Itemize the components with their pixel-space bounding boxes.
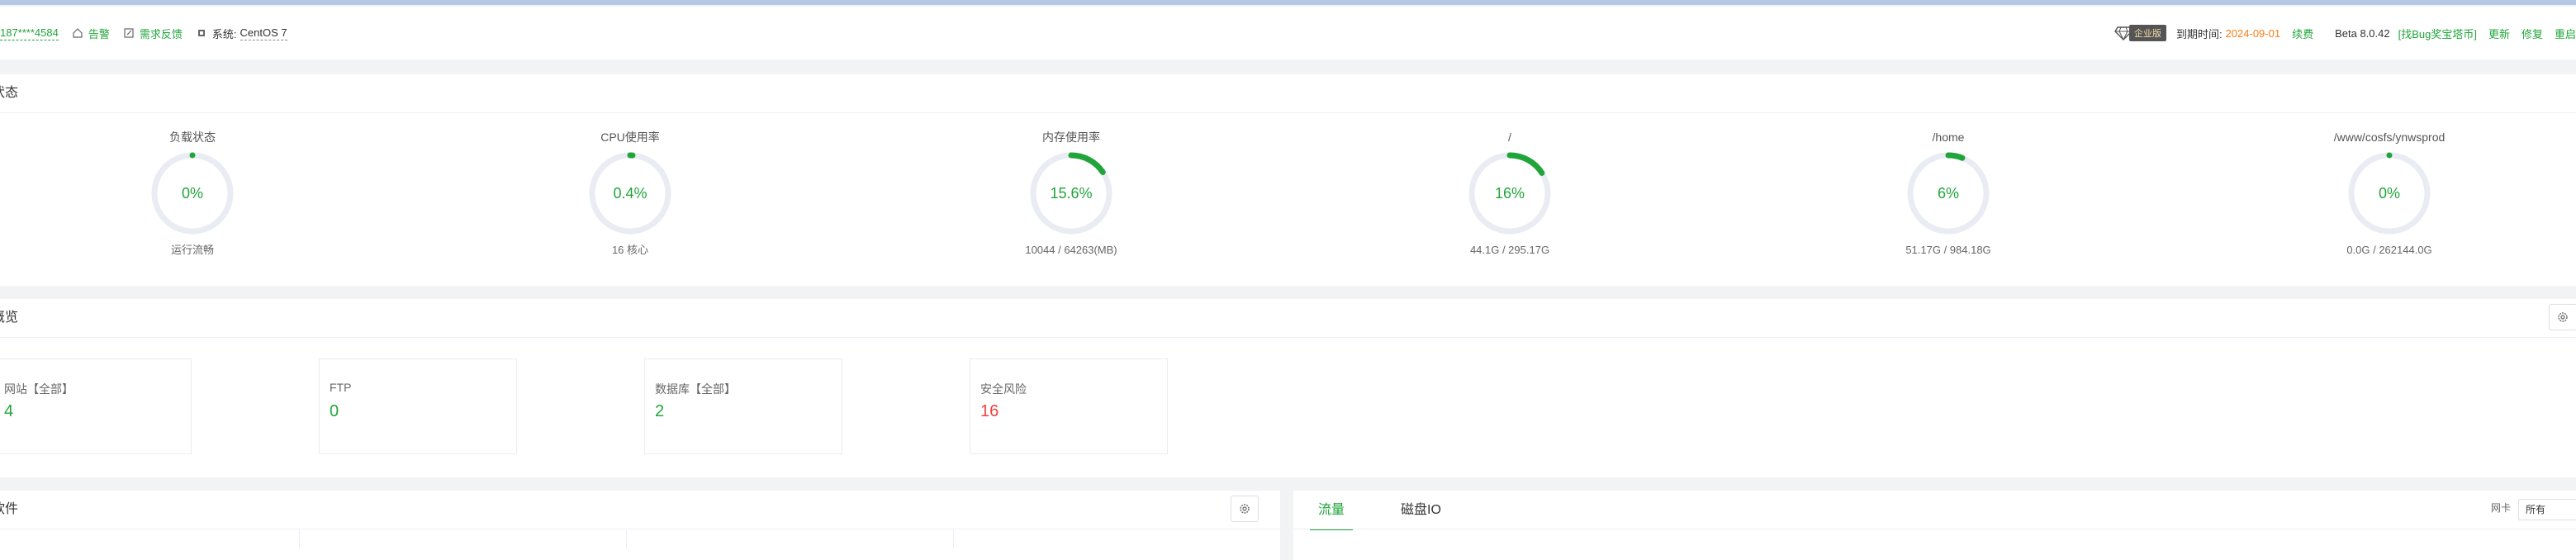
gauge-3[interactable]: / 16% 44.1G / 295.17G (1419, 129, 1601, 258)
overview-card-value: 2 (655, 402, 665, 420)
system-info: 系统: CentOS 7 (196, 26, 287, 41)
alert-label: 告警 (88, 27, 110, 40)
overview-card-value: 16 (980, 402, 999, 420)
home-icon (73, 28, 83, 38)
gauge-2[interactable]: 内存使用率 15.6% 10044 / 64263(MB) (980, 129, 1162, 258)
bug-bounty-link[interactable]: [找Bug奖宝塔币] (2398, 26, 2477, 41)
gauge-1[interactable]: CPU使用率 0.4% 16 核心 (539, 129, 721, 258)
gauge-title: 内存使用率 (1042, 131, 1100, 144)
enterprise-label: 企业版 (2128, 25, 2166, 41)
gauge-title: /www/cosfs/ynwsprod (2333, 131, 2446, 144)
update-link[interactable]: 更新 (2488, 26, 2510, 41)
system-label: 系统: (211, 27, 237, 40)
chip-icon (197, 30, 205, 36)
gauge-ring: 0.4% (589, 152, 671, 235)
software-panel: 软件 (0, 491, 1280, 560)
gauge-ring: 15.6% (1030, 152, 1112, 235)
software-column-divider (626, 529, 627, 548)
version-text: Beta 8.0.42 (2335, 26, 2390, 40)
software-settings-button[interactable] (1231, 496, 1259, 522)
gauge-subtext: 运行流畅 (170, 244, 214, 256)
gauge-value: 6% (1938, 185, 1959, 202)
gauge-value: 0% (2379, 185, 2400, 202)
tab-disk-io[interactable]: 磁盘IO (1396, 491, 1446, 530)
overview-card-security-risk[interactable]: 安全风险 16 (970, 358, 1168, 454)
user-account-link[interactable]: 187****4584 (0, 26, 59, 40)
repair-link[interactable]: 修复 (2521, 26, 2543, 41)
edit-icon (124, 28, 134, 38)
os-name: CentOS 7 (240, 26, 287, 40)
top-header: 187****4584 告警 需求反馈 系统: CentOS 7 企业版 到期时… (0, 7, 2576, 59)
overview-settings-button[interactable] (2549, 304, 2576, 330)
gauge-subtext: 51.17G / 984.18G (1905, 244, 1991, 256)
overview-card-ftp[interactable]: FTP 0 (319, 358, 517, 454)
gear-icon (1240, 504, 1250, 514)
status-divider (0, 112, 2576, 113)
overview-panel: 概览 网站【全部】 4 FTP 0 数据库【全部】 2 安全风险 16 (0, 299, 2576, 477)
software-title: 软件 (0, 502, 19, 516)
gauge-value: 0% (182, 185, 203, 202)
gauge-4[interactable]: /home 6% 51.17G / 984.18G (1857, 129, 2039, 258)
gauge-title: / (1508, 131, 1511, 144)
gauge-ring: 6% (1907, 152, 1990, 235)
renew-link[interactable]: 续费 (2292, 26, 2313, 41)
status-panel: 状态 负载状态 0% 运行流畅 CPU使用率 0.4% 16 核心 内存使用率 15.6% 10… (0, 74, 2576, 286)
overview-card-label: FTP (330, 381, 352, 394)
status-title: 状态 (0, 86, 19, 100)
gauge-value: 15.6% (1050, 185, 1092, 202)
alert-link[interactable]: 告警 (72, 26, 110, 41)
feedback-link[interactable]: 需求反馈 (123, 26, 183, 41)
overview-card-value: 4 (4, 402, 14, 420)
overview-title: 概览 (0, 311, 19, 325)
gauge-ring: 16% (1468, 152, 1551, 235)
overview-card-databases[interactable]: 数据库【全部】 2 (644, 358, 842, 454)
gauge-ring: 0% (151, 152, 234, 235)
top-strip (0, 0, 2576, 5)
expiry-label: 到期时间: (2175, 27, 2223, 40)
overview-card-label: 数据库【全部】 (655, 382, 736, 396)
gauge-5[interactable]: /www/cosfs/ynwsprod 0% 0.0G / 262144.0G (2298, 129, 2480, 258)
gauge-ring: 0% (2348, 152, 2431, 235)
gear-icon (2558, 312, 2568, 322)
overview-card-label: 网站【全部】 (4, 382, 74, 396)
overview-card-value: 0 (330, 402, 339, 420)
nic-label: 网卡 (2491, 502, 2512, 514)
tab-traffic[interactable]: 流量 (1310, 491, 1354, 530)
gauge-subtext: 16 核心 (611, 244, 649, 256)
gauge-subtext: 10044 / 64263(MB) (1025, 244, 1117, 256)
expiry-date: 2024-09-01 (2225, 26, 2281, 40)
overview-card-websites[interactable]: 网站【全部】 4 (0, 358, 192, 454)
enterprise-badge: 企业版 (2114, 25, 2166, 41)
gauge-value: 0.4% (613, 185, 647, 202)
gauge-subtext: 0.0G / 262144.0G (2346, 244, 2432, 256)
gauge-title: 负载状态 (169, 131, 216, 144)
overview-divider (0, 337, 2576, 338)
software-column-divider (953, 529, 954, 548)
nic-select[interactable]: 所有 (2518, 499, 2576, 520)
gauge-title: CPU使用率 (600, 131, 660, 144)
nic-selected-value: 所有 (2526, 504, 2546, 515)
software-column-divider (299, 529, 300, 548)
traffic-panel: 流量 磁盘IO 网卡 所有 (1293, 491, 2576, 560)
gauge-value: 16% (1495, 185, 1525, 202)
overview-card-label: 安全风险 (980, 382, 1027, 396)
restart-link[interactable]: 重启 (2555, 26, 2576, 41)
feedback-label: 需求反馈 (139, 27, 183, 40)
gauge-subtext: 44.1G / 295.17G (1469, 244, 1550, 256)
gauge-title: /home (1932, 131, 1965, 144)
gauge-0[interactable]: 负载状态 0% 运行流畅 (102, 129, 283, 258)
